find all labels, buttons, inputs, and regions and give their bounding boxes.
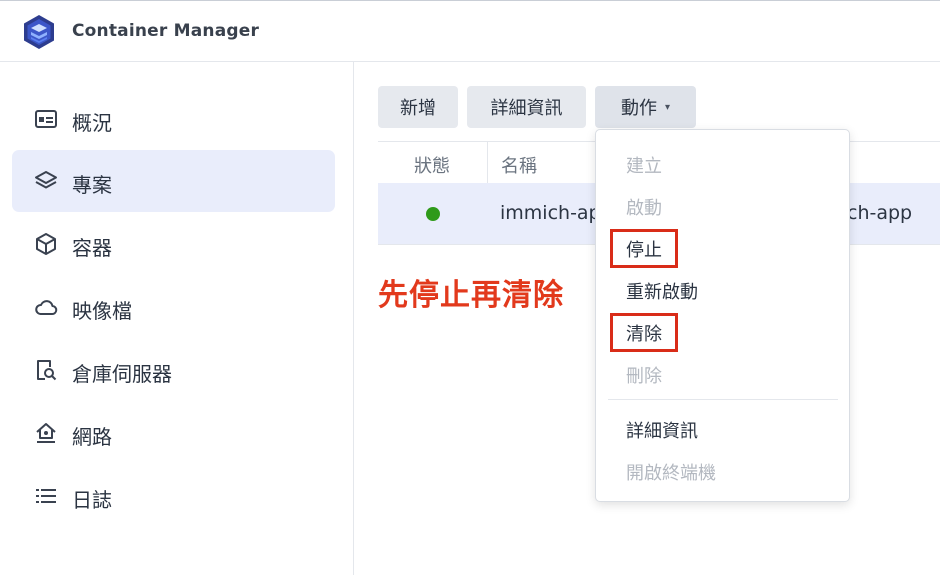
sidebar-item-label: 網路 — [72, 425, 112, 449]
sidebar-item-label: 倉庫伺服器 — [72, 362, 172, 386]
app-title: Container Manager — [72, 21, 260, 41]
sidebar-item-containers[interactable]: 容器 — [12, 213, 335, 275]
menu-item-restart[interactable]: 重新啟動 — [626, 278, 698, 304]
sidebar-item-label: 專案 — [72, 173, 112, 197]
sidebar: 概況 專案 容器 映像檔 倉庫伺服器 網路 日誌 — [0, 62, 354, 575]
sidebar-item-images[interactable]: 映像檔 — [12, 276, 335, 338]
column-divider[interactable] — [487, 142, 488, 184]
container-manager-logo-icon — [24, 15, 54, 49]
home-network-icon — [36, 423, 56, 443]
action-button-label: 動作 — [620, 98, 657, 119]
menu-item-clean[interactable]: 清除 — [626, 320, 662, 346]
status-running-indicator — [426, 207, 440, 221]
menu-item-create[interactable]: 建立 — [626, 152, 662, 178]
sidebar-item-logs[interactable]: 日誌 — [12, 465, 335, 527]
overview-icon — [35, 110, 57, 128]
sidebar-item-label: 日誌 — [72, 488, 112, 512]
menu-separator — [608, 399, 838, 400]
menu-item-stop[interactable]: 停止 — [626, 236, 662, 262]
column-header-status[interactable]: 狀態 — [414, 152, 450, 178]
sidebar-item-label: 概況 — [72, 111, 112, 135]
details-button[interactable]: 詳細資訊 — [467, 86, 586, 128]
sidebar-item-label: 映像檔 — [72, 299, 132, 323]
layers-icon — [35, 171, 57, 189]
add-button[interactable]: 新增 — [378, 86, 458, 128]
cloud-icon — [35, 300, 58, 315]
add-button-label: 新增 — [400, 98, 436, 119]
sidebar-item-network[interactable]: 網路 — [12, 402, 335, 464]
menu-item-delete[interactable]: 刪除 — [626, 362, 662, 388]
sidebar-item-overview[interactable]: 概況 — [12, 88, 335, 150]
column-header-name[interactable]: 名稱 — [501, 152, 537, 178]
project-path: ch-app — [847, 202, 913, 224]
details-button-label: 詳細資訊 — [490, 98, 563, 119]
menu-item-details[interactable]: 詳細資訊 — [626, 417, 698, 443]
chevron-down-icon: ▾ — [664, 101, 671, 113]
annotation-text: 先停止再清除 — [378, 278, 564, 313]
registry-search-icon — [37, 360, 57, 381]
project-name: immich-ap — [500, 202, 601, 224]
action-menu: 建立 啟動 停止 重新啟動 清除 刪除 詳細資訊 開啟終端機 — [595, 129, 850, 502]
app-header: Container Manager — [0, 1, 940, 62]
menu-item-start[interactable]: 啟動 — [626, 194, 662, 220]
cube-icon — [36, 233, 56, 255]
menu-item-open-terminal[interactable]: 開啟終端機 — [626, 459, 716, 485]
sidebar-item-projects[interactable]: 專案 — [12, 150, 335, 212]
action-dropdown-button[interactable]: 動作 ▾ — [595, 86, 696, 128]
sidebar-item-label: 容器 — [72, 236, 112, 260]
list-icon — [36, 489, 56, 503]
sidebar-item-registry[interactable]: 倉庫伺服器 — [12, 339, 335, 401]
